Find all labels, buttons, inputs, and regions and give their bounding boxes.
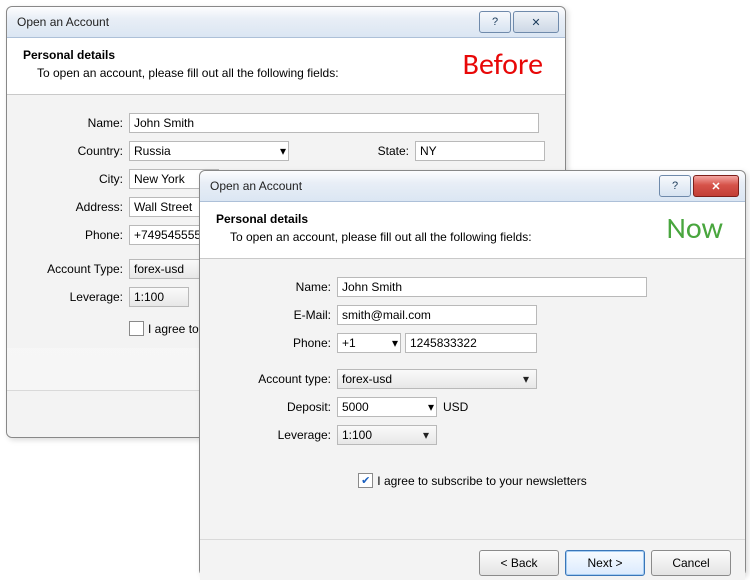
titlebar[interactable]: Open an Account ? ✕ [7, 7, 565, 38]
help-button[interactable]: ? [659, 175, 691, 197]
form-body: Name: E-Mail: Phone: +1 ▾ Account type: … [200, 259, 745, 539]
account-type-select[interactable]: forex-usd ▾ [337, 369, 537, 389]
label-leverage: Leverage: [216, 428, 337, 442]
label-account-type: Account type: [216, 372, 337, 386]
next-button[interactable]: Next > [565, 550, 645, 576]
close-icon: ✕ [531, 16, 540, 29]
header-sub: To open an account, please fill out all … [230, 230, 729, 244]
label-city: City: [23, 172, 129, 186]
help-button[interactable]: ? [479, 11, 511, 33]
header-panel: Personal details To open an account, ple… [7, 38, 565, 95]
account-type-select[interactable]: forex-usd [129, 259, 209, 279]
close-button[interactable]: ✕ [513, 11, 559, 33]
label-email: E-Mail: [216, 308, 337, 322]
phone-number-input[interactable] [405, 333, 537, 353]
leverage-select[interactable]: 1:100 [129, 287, 189, 307]
footer: < Back Next > Cancel [200, 539, 745, 580]
close-icon: ✕ [711, 180, 720, 193]
agree-checkbox[interactable] [129, 321, 144, 336]
leverage-value: 1:100 [342, 428, 372, 442]
dialog-open-account-now: Open an Account ? ✕ Personal details To … [199, 170, 746, 576]
state-input[interactable] [415, 141, 545, 161]
deposit-select[interactable]: 5000 ▾ [337, 397, 437, 417]
label-address: Address: [23, 200, 129, 214]
label-name: Name: [216, 280, 337, 294]
label-deposit: Deposit: [216, 400, 337, 414]
close-button[interactable]: ✕ [693, 175, 739, 197]
leverage-value: 1:100 [134, 290, 164, 304]
country-value: Russia [134, 144, 171, 158]
label-account-type: Account Type: [23, 262, 129, 276]
email-input[interactable] [337, 305, 537, 325]
label-leverage: Leverage: [23, 290, 129, 304]
back-button[interactable]: < Back [479, 550, 559, 576]
chevron-down-icon: ▾ [280, 144, 286, 158]
label-phone: Phone: [216, 336, 337, 350]
badge-before: Before [463, 46, 543, 83]
label-country: Country: [23, 144, 129, 158]
help-icon: ? [672, 180, 678, 192]
window-title: Open an Account [210, 179, 657, 193]
deposit-value: 5000 [342, 400, 369, 414]
chevron-down-icon: ▾ [418, 428, 434, 442]
account-type-value: forex-usd [342, 372, 392, 386]
header-panel: Personal details To open an account, ple… [200, 202, 745, 259]
titlebar[interactable]: Open an Account ? ✕ [200, 171, 745, 202]
label-state: State: [289, 144, 415, 158]
agree-label: I agree to [148, 322, 199, 336]
agree-checkbox[interactable]: ✔ [358, 473, 373, 488]
chevron-down-icon: ▾ [428, 400, 434, 414]
chevron-down-icon: ▾ [518, 372, 534, 386]
label-name: Name: [23, 116, 129, 130]
agree-label: I agree to subscribe to your newsletters [377, 474, 586, 488]
window-title: Open an Account [17, 15, 477, 29]
name-input[interactable] [337, 277, 647, 297]
name-input[interactable] [129, 113, 539, 133]
header-title: Personal details [216, 212, 729, 226]
help-icon: ? [492, 16, 498, 28]
phone-code-value: +1 [342, 336, 356, 350]
leverage-select[interactable]: 1:100 ▾ [337, 425, 437, 445]
country-select[interactable]: Russia ▾ [129, 141, 289, 161]
badge-now: Now [666, 210, 723, 247]
label-phone: Phone: [23, 228, 129, 242]
account-type-value: forex-usd [134, 262, 184, 276]
phone-code-select[interactable]: +1 ▾ [337, 333, 401, 353]
chevron-down-icon: ▾ [392, 336, 398, 350]
cancel-button[interactable]: Cancel [651, 550, 731, 576]
label-usd: USD [443, 400, 468, 414]
